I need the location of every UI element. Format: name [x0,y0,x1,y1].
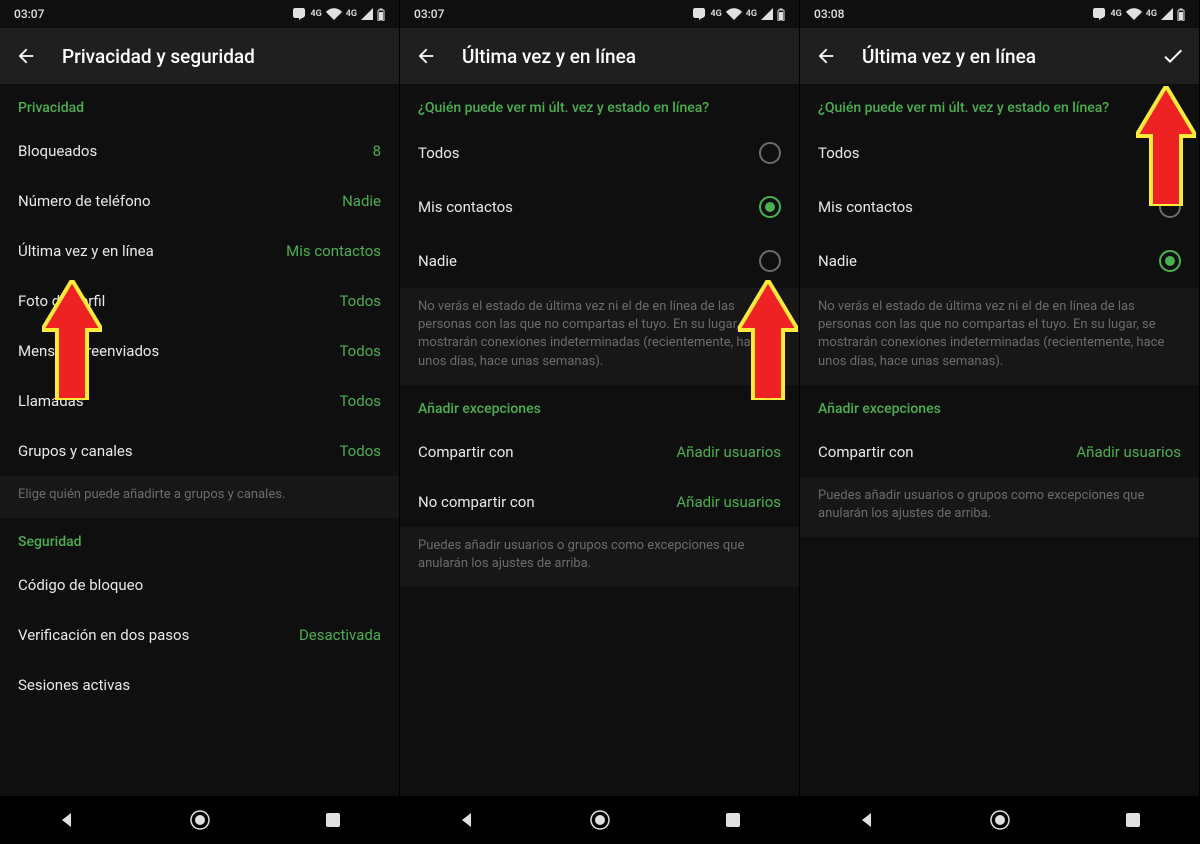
row-groups[interactable]: Grupos y canalesTodos [0,426,399,476]
row-share-with[interactable]: Compartir conAñadir usuarios [400,427,799,477]
clock: 03:08 [814,7,844,21]
clock: 03:07 [14,7,44,21]
section-header-privacy: Privacidad [0,84,399,126]
nav-recent[interactable] [703,812,763,828]
nav-home[interactable] [170,808,230,832]
row-share-with[interactable]: Compartir conAñadir usuarios [800,427,1199,477]
row-sessions[interactable]: Sesiones activas [0,660,399,710]
back-button[interactable] [12,42,40,70]
row-lastseen[interactable]: Última vez y en líneaMis contactos [0,226,399,276]
page-title: Privacidad y seguridad [62,45,387,68]
app-bar: Última vez y en línea [800,28,1199,84]
status-bar: 03:08 4G 4G [800,0,1199,28]
row-dont-share[interactable]: No compartir conAñadir usuarios [400,477,799,527]
option-nobody[interactable]: Nadie [800,234,1199,288]
nav-home[interactable] [570,808,630,832]
row-passcode[interactable]: Código de bloqueo [0,560,399,610]
row-2fa[interactable]: Verificación en dos pasosDesactivada [0,610,399,660]
status-bar: 03:07 4G 4G [0,0,399,28]
screen-lastseen-nobody: 03:08 4G 4G Última vez y en línea ¿Quién… [800,0,1200,844]
option-contacts[interactable]: Mis contactos [400,180,799,234]
row-blocked[interactable]: Bloqueados8 [0,126,399,176]
tutorial-arrow-icon [1136,86,1196,206]
status-bar: 03:07 4G 4G [400,0,799,28]
radio-icon [1159,250,1181,272]
screen-privacy: 03:07 4G 4G Privacidad y seguridad Priva… [0,0,400,844]
option-everyone[interactable]: Todos [400,126,799,180]
nav-recent[interactable] [1103,812,1163,828]
nav-back[interactable] [37,811,97,829]
page-title: Última vez y en línea [462,45,787,68]
status-icons: 4G 4G [1092,8,1185,21]
status-icons: 4G 4G [292,8,385,21]
confirm-check-button[interactable] [1159,42,1187,70]
nav-back[interactable] [437,811,497,829]
exceptions-header: Añadir excepciones [800,385,1199,427]
radio-icon [759,196,781,218]
exceptions-footer: Puedes añadir usuarios o grupos como exc… [800,477,1199,537]
app-bar: Privacidad y seguridad [0,28,399,84]
radio-icon [759,250,781,272]
nav-recent[interactable] [303,812,363,828]
content: Privacidad Bloqueados8 Número de teléfon… [0,84,399,796]
tutorial-arrow-icon [738,280,798,400]
page-title: Última vez y en línea [862,45,1137,68]
tutorial-arrow-icon [42,280,102,400]
nav-bar [400,796,799,844]
section-header-security: Seguridad [0,518,399,560]
nav-bar [0,796,399,844]
screen-lastseen-contacts: 03:07 4G 4G Última vez y en línea ¿Quién… [400,0,800,844]
status-icons: 4G 4G [692,8,785,21]
nav-bar [800,796,1199,844]
section-footer-privacy: Elige quién puede añadirte a grupos y ca… [0,476,399,518]
row-phone[interactable]: Número de teléfonoNadie [0,176,399,226]
back-button[interactable] [812,42,840,70]
clock: 03:07 [414,7,444,21]
back-button[interactable] [412,42,440,70]
info-text: No verás el estado de última vez ni el d… [800,288,1199,385]
content: ¿Quién puede ver mi últ. vez y estado en… [400,84,799,796]
nav-home[interactable] [970,808,1030,832]
question-header: ¿Quién puede ver mi últ. vez y estado en… [400,84,799,126]
radio-icon [759,142,781,164]
nav-back[interactable] [837,811,897,829]
exceptions-footer: Puedes añadir usuarios o grupos como exc… [400,527,799,587]
app-bar: Última vez y en línea [400,28,799,84]
